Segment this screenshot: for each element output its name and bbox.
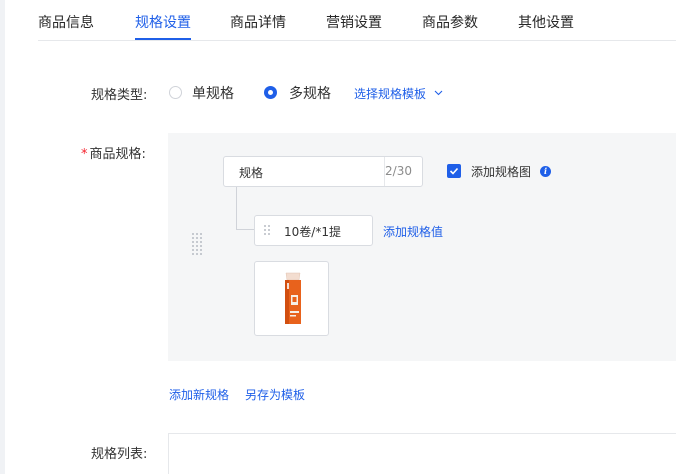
product-thumbnail: [285, 272, 301, 324]
tab-spec-settings[interactable]: 规格设置: [135, 12, 191, 32]
radio-multi-spec[interactable]: [264, 86, 277, 99]
info-icon[interactable]: i: [540, 166, 551, 177]
add-spec-image-label[interactable]: 添加规格图: [471, 163, 531, 180]
page: 商品信息 规格设置 商品详情 营销设置 商品参数 其他设置 规格类型: 单规格 …: [0, 0, 676, 474]
product-spec-label: * 商品规格:: [81, 143, 146, 162]
chevron-down-icon: [434, 90, 443, 96]
tab-marketing-settings[interactable]: 营销设置: [326, 12, 382, 32]
product-spec-label-text: 商品规格:: [89, 147, 146, 162]
select-template-label: 选择规格模板: [354, 87, 427, 101]
tab-bar: 商品信息 规格设置 商品详情 营销设置 商品参数 其他设置: [5, 0, 676, 41]
tab-product-params[interactable]: 商品参数: [422, 12, 478, 32]
drag-handle-icon[interactable]: [192, 233, 204, 257]
spec-name-value: 规格: [239, 166, 264, 180]
spec-list-label: 规格列表:: [91, 447, 148, 462]
form-panel: 商品信息 规格设置 商品详情 营销设置 商品参数 其他设置 规格类型: 单规格 …: [5, 0, 676, 474]
select-template-link[interactable]: 选择规格模板: [354, 85, 443, 102]
add-spec-image-checkbox[interactable]: [447, 164, 461, 178]
spec-image-upload[interactable]: [254, 261, 329, 336]
save-as-template-link[interactable]: 另存为模板: [245, 386, 305, 403]
add-spec-value-link[interactable]: 添加规格值: [383, 223, 443, 240]
required-mark: *: [81, 147, 88, 162]
spec-list-table: [168, 433, 676, 474]
tab-other-settings[interactable]: 其他设置: [518, 12, 574, 32]
grip-icon[interactable]: [264, 225, 270, 237]
tab-product-details[interactable]: 商品详情: [230, 12, 286, 32]
spec-value-text: 10卷/*1提: [284, 225, 341, 239]
add-new-spec-link[interactable]: 添加新规格: [169, 386, 229, 403]
tree-connector-horizontal: [236, 229, 254, 230]
spec-value-input[interactable]: 10卷/*1提: [254, 215, 373, 246]
spec-type-label: 规格类型:: [91, 88, 148, 103]
spec-name-input[interactable]: 规格 2/30: [223, 156, 423, 187]
tree-connector-vertical: [236, 187, 237, 230]
spec-name-counter: 2/30: [385, 164, 412, 178]
checkmark-icon: [449, 167, 459, 175]
tab-product-info[interactable]: 商品信息: [38, 12, 94, 32]
radio-single-spec-label[interactable]: 单规格: [192, 83, 234, 103]
radio-single-spec[interactable]: [169, 86, 182, 99]
tab-divider: [38, 40, 676, 41]
radio-multi-spec-label[interactable]: 多规格: [289, 83, 331, 103]
